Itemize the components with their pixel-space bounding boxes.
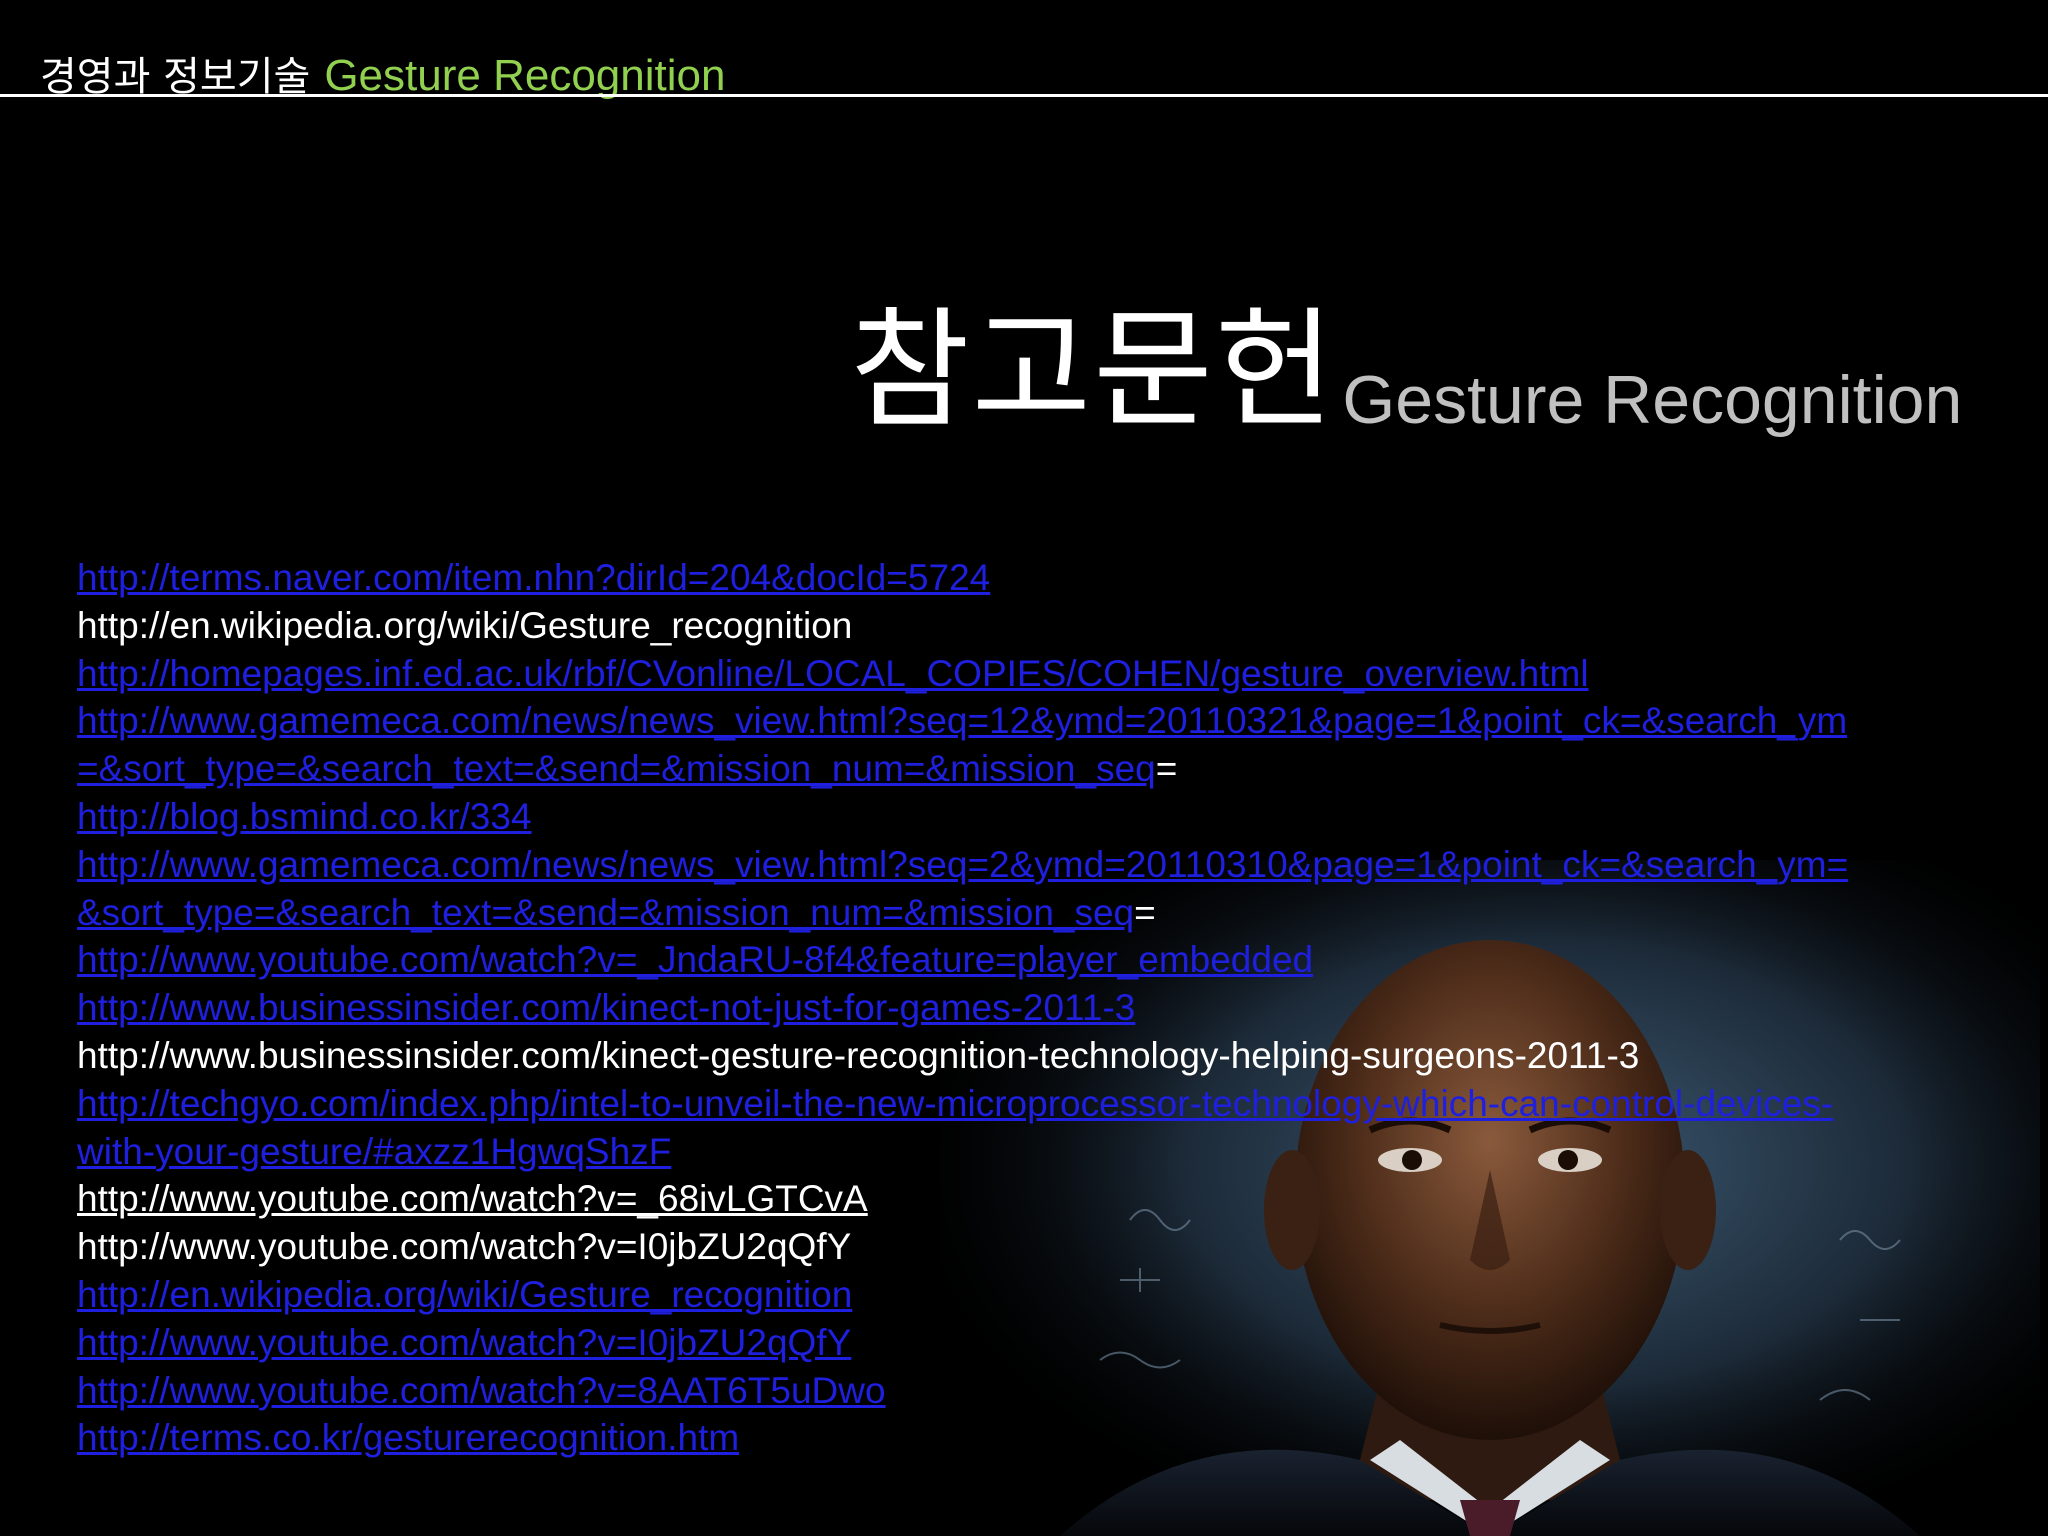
reference-item: http://www.youtube.com/watch?v=8AAT6T5uD… (77, 1367, 2017, 1415)
reference-link[interactable]: =&sort_type=&search_text=&send=&mission_… (77, 748, 1156, 789)
reference-item: http://homepages.inf.ed.ac.uk/rbf/CVonli… (77, 650, 2017, 698)
reference-text: http://www.businessinsider.com/kinect-ge… (77, 1034, 1640, 1076)
reference-link[interactable]: http://www.youtube.com/watch?v=8AAT6T5uD… (77, 1370, 886, 1411)
tie (1460, 1500, 1520, 1536)
reference-link[interactable]: http://homepages.inf.ed.ac.uk/rbf/CVonli… (77, 653, 1589, 694)
reference-item: http://www.businessinsider.com/kinect-ge… (77, 1032, 2017, 1080)
reference-item: http://www.youtube.com/watch?v=I0jbZU2qQ… (77, 1319, 2017, 1367)
reference-text: http://www.youtube.com/watch?v=I0jbZU2qQ… (77, 1226, 852, 1268)
reference-text: http://en.wikipedia.org/wiki/Gesture_rec… (77, 604, 853, 646)
reference-item: http://www.youtube.com/watch?v=I0jbZU2qQ… (77, 1223, 2017, 1271)
reference-link[interactable]: http://www.businessinsider.com/kinect-no… (77, 987, 1135, 1028)
reference-item: &sort_type=&search_text=&send=&mission_n… (77, 889, 2017, 937)
reference-link[interactable]: http://techgyo.com/index.php/intel-to-un… (77, 1083, 1833, 1124)
reference-link[interactable]: http://www.youtube.com/watch?v=_JndaRU-8… (77, 939, 1313, 980)
reference-tail: = (1134, 891, 1156, 933)
reference-link[interactable]: http://www.gamemeca.com/news/news_view.h… (77, 700, 1847, 741)
header-divider (0, 94, 2048, 97)
reference-link[interactable]: http://www.youtube.com/watch?v=I0jbZU2qQ… (77, 1322, 851, 1363)
slide-header: 경영과 정보기술 Gesture Recognition (40, 51, 726, 101)
reference-item: http://techgyo.com/index.php/intel-to-un… (77, 1080, 2017, 1128)
reference-item: http://terms.co.kr/gesturerecognition.ht… (77, 1414, 2017, 1462)
reference-link[interactable]: http://blog.bsmind.co.kr/334 (77, 796, 532, 837)
reference-item: with-your-gesture/#axzz1HgwqShzF (77, 1128, 2017, 1176)
slide: 경영과 정보기술 Gesture Recognition 참고문헌Gesture … (0, 0, 2048, 1536)
reference-link[interactable]: http://www.youtube.com/watch?v=_68ivLGTC… (77, 1178, 868, 1219)
header-topic: Gesture Recognition (324, 51, 726, 100)
reference-item: http://www.businessinsider.com/kinect-no… (77, 984, 2017, 1032)
slide-title: 참고문헌Gesture Recognition (850, 300, 1962, 440)
reference-item: =&sort_type=&search_text=&send=&mission_… (77, 745, 2017, 793)
reference-link[interactable]: http://www.gamemeca.com/news/news_view.h… (77, 844, 1848, 885)
reference-tail: = (1155, 748, 1178, 790)
reference-item: http://www.youtube.com/watch?v=_68ivLGTC… (77, 1175, 2017, 1223)
reference-item: http://en.wikipedia.org/wiki/Gesture_rec… (77, 1271, 2017, 1319)
reference-link[interactable]: http://en.wikipedia.org/wiki/Gesture_rec… (77, 1274, 852, 1315)
reference-item: http://www.gamemeca.com/news/news_view.h… (77, 841, 2017, 889)
reference-item: http://terms.naver.com/item.nhn?dirId=20… (77, 554, 2017, 602)
reference-link[interactable]: http://terms.naver.com/item.nhn?dirId=20… (77, 557, 990, 598)
title-korean: 참고문헌 (850, 294, 1337, 446)
title-english: Gesture Recognition (1342, 362, 1963, 438)
reference-item: http://blog.bsmind.co.kr/334 (77, 793, 2017, 841)
reference-link[interactable]: with-your-gesture/#axzz1HgwqShzF (77, 1131, 671, 1172)
reference-list: http://terms.naver.com/item.nhn?dirId=20… (77, 554, 2017, 1462)
reference-item: http://en.wikipedia.org/wiki/Gesture_rec… (77, 602, 2017, 650)
reference-item: http://www.gamemeca.com/news/news_view.h… (77, 697, 2017, 745)
reference-item: http://www.youtube.com/watch?v=_JndaRU-8… (77, 936, 2017, 984)
reference-link[interactable]: &sort_type=&search_text=&send=&mission_n… (77, 892, 1134, 933)
reference-link[interactable]: http://terms.co.kr/gesturerecognition.ht… (77, 1417, 739, 1458)
